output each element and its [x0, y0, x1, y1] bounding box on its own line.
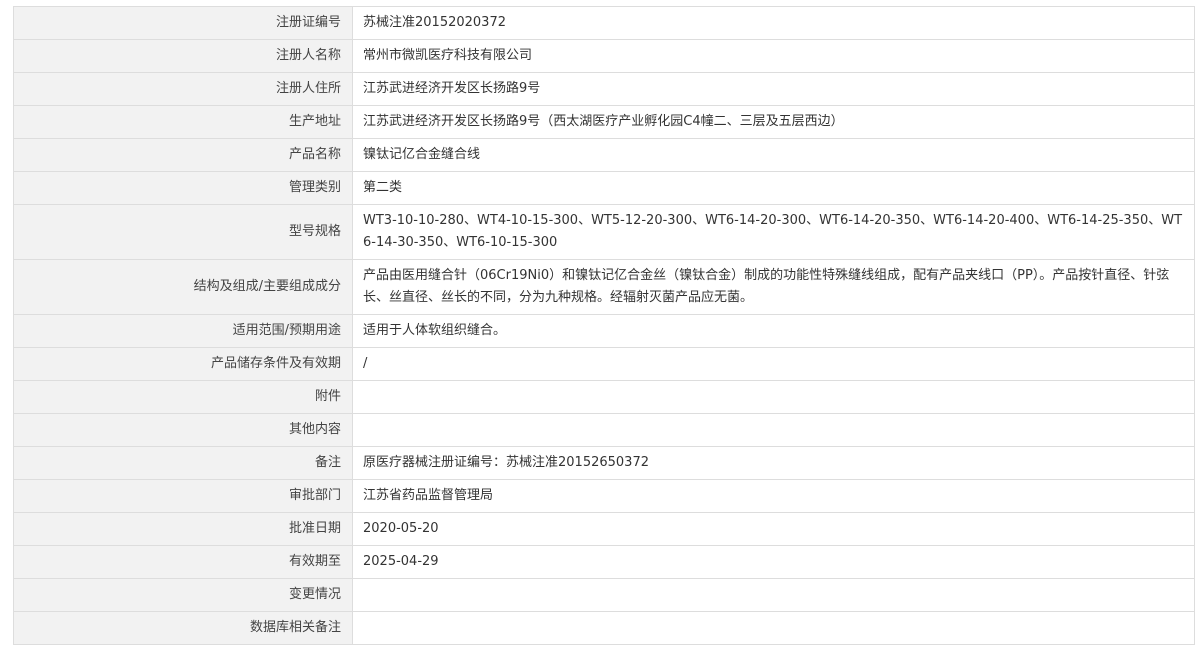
field-label-production-address: 生产地址 [13, 105, 353, 139]
table-row: 适用范围/预期用途 适用于人体软组织缝合。 [13, 314, 1195, 348]
field-value-change-status [352, 578, 1195, 612]
field-label-product-name: 产品名称 [13, 138, 353, 172]
field-value-approval-department: 江苏省药品监督管理局 [352, 479, 1195, 513]
table-row: 注册证编号 苏械注准20152020372 [13, 6, 1195, 40]
field-label-approval-date: 批准日期 [13, 512, 353, 546]
table-row: 产品储存条件及有效期 / [13, 347, 1195, 381]
field-value-attachments [352, 380, 1195, 414]
field-label-management-category: 管理类别 [13, 171, 353, 205]
table-row: 数据库相关备注 [13, 611, 1195, 645]
table-row: 批准日期 2020-05-20 [13, 512, 1195, 546]
field-label-database-notes: 数据库相关备注 [13, 611, 353, 645]
field-label-other-content: 其他内容 [13, 413, 353, 447]
field-value-valid-until: 2025-04-29 [352, 545, 1195, 579]
field-label-approval-department: 审批部门 [13, 479, 353, 513]
field-value-registrant-name: 常州市微凯医疗科技有限公司 [352, 39, 1195, 73]
registration-info-panel: 注册证编号 苏械注准20152020372 注册人名称 常州市微凯医疗科技有限公… [13, 6, 1195, 645]
field-value-approval-date: 2020-05-20 [352, 512, 1195, 546]
table-row: 其他内容 [13, 413, 1195, 447]
field-value-management-category: 第二类 [352, 171, 1195, 205]
field-value-registration-number: 苏械注准20152020372 [352, 6, 1195, 40]
field-label-intended-use: 适用范围/预期用途 [13, 314, 353, 348]
table-row: 注册人住所 江苏武进经济开发区长扬路9号 [13, 72, 1195, 106]
field-value-registrant-address: 江苏武进经济开发区长扬路9号 [352, 72, 1195, 106]
registration-info-table: 注册证编号 苏械注准20152020372 注册人名称 常州市微凯医疗科技有限公… [13, 6, 1195, 645]
field-value-structure-composition: 产品由医用缝合针（06Cr19Ni0）和镍钛记亿合金丝（镍钛合金）制成的功能性特… [352, 259, 1195, 315]
field-label-registrant-name: 注册人名称 [13, 39, 353, 73]
field-label-registrant-address: 注册人住所 [13, 72, 353, 106]
field-label-remarks: 备注 [13, 446, 353, 480]
field-value-other-content [352, 413, 1195, 447]
field-label-registration-number: 注册证编号 [13, 6, 353, 40]
table-row: 备注 原医疗器械注册证编号：苏械注准20152650372 [13, 446, 1195, 480]
field-value-storage-validity: / [352, 347, 1195, 381]
table-row: 产品名称 镍钛记亿合金缝合线 [13, 138, 1195, 172]
table-row: 结构及组成/主要组成成分 产品由医用缝合针（06Cr19Ni0）和镍钛记亿合金丝… [13, 259, 1195, 315]
field-label-change-status: 变更情况 [13, 578, 353, 612]
field-value-database-notes [352, 611, 1195, 645]
table-row: 注册人名称 常州市微凯医疗科技有限公司 [13, 39, 1195, 73]
table-row: 审批部门 江苏省药品监督管理局 [13, 479, 1195, 513]
field-value-intended-use: 适用于人体软组织缝合。 [352, 314, 1195, 348]
field-label-valid-until: 有效期至 [13, 545, 353, 579]
field-value-remarks: 原医疗器械注册证编号：苏械注准20152650372 [352, 446, 1195, 480]
table-row: 生产地址 江苏武进经济开发区长扬路9号（西太湖医疗产业孵化园C4幢二、三层及五层… [13, 105, 1195, 139]
table-row: 型号规格 WT3-10-10-280、WT4-10-15-300、WT5-12-… [13, 204, 1195, 260]
field-value-product-name: 镍钛记亿合金缝合线 [352, 138, 1195, 172]
table-row: 管理类别 第二类 [13, 171, 1195, 205]
table-row: 有效期至 2025-04-29 [13, 545, 1195, 579]
field-label-storage-validity: 产品储存条件及有效期 [13, 347, 353, 381]
field-value-production-address: 江苏武进经济开发区长扬路9号（西太湖医疗产业孵化园C4幢二、三层及五层西边） [352, 105, 1195, 139]
table-row: 附件 [13, 380, 1195, 414]
field-label-attachments: 附件 [13, 380, 353, 414]
field-label-structure-composition: 结构及组成/主要组成成分 [13, 259, 353, 315]
table-row: 变更情况 [13, 578, 1195, 612]
field-value-model-spec: WT3-10-10-280、WT4-10-15-300、WT5-12-20-30… [352, 204, 1195, 260]
field-label-model-spec: 型号规格 [13, 204, 353, 260]
